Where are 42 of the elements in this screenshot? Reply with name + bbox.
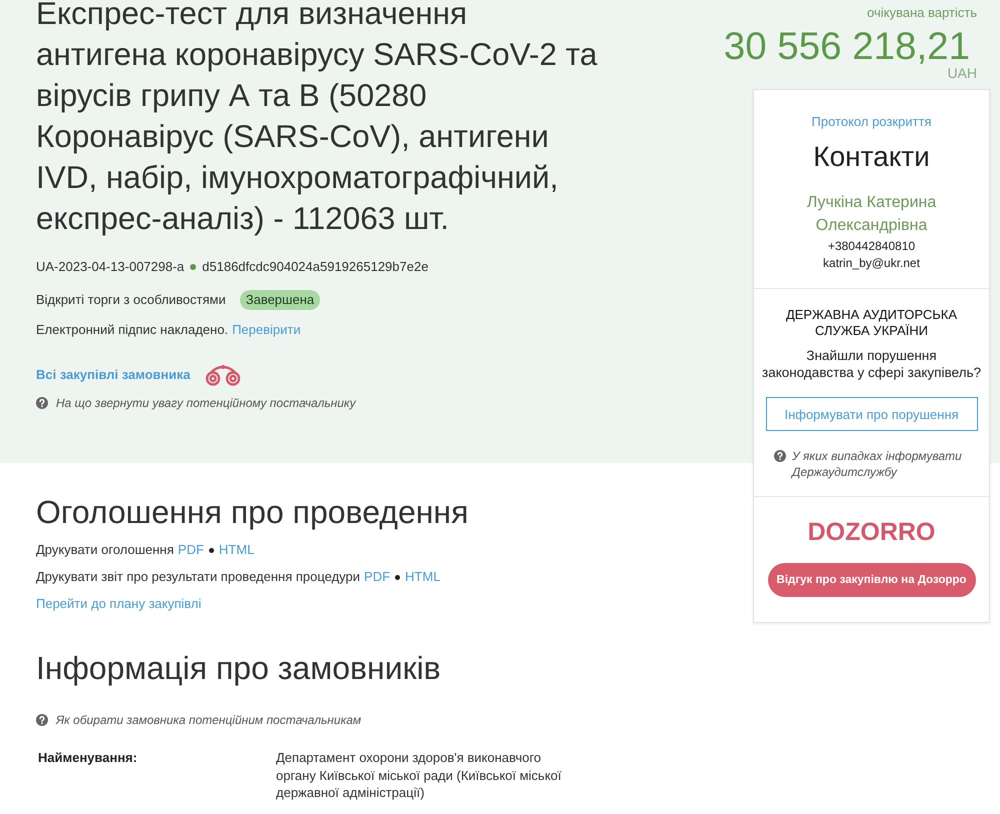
print-label: Друкувати оголошення (36, 541, 174, 559)
print-label: Друкувати звіт про результати проведення процедури (36, 568, 360, 586)
plan-link[interactable]: Перейти до плану закупівлі (36, 595, 202, 613)
help-icon (36, 714, 48, 726)
verify-link[interactable]: Перевірити (232, 321, 301, 339)
dot-icon (190, 264, 196, 270)
print-link[interactable]: PDF (364, 568, 390, 586)
section-heading: Інформація про замовників (36, 649, 442, 688)
binoculars-icon[interactable] (204, 364, 242, 386)
customer-hint-link[interactable]: Як обирати замовника потенційним постачальникам (56, 711, 362, 729)
value-caption: очікувана вартість (867, 4, 977, 22)
dot-icon (395, 574, 400, 580)
print-link[interactable]: HTML (218, 541, 254, 559)
value-amount: 30 556 218,21 (724, 27, 970, 67)
audit-title: ДЕРЖАВНА АУДИТОРСЬКА СЛУЖБА УКРАЇНИ (784, 307, 958, 339)
print-link[interactable]: HTML (405, 568, 440, 586)
print-link[interactable]: PDF (178, 541, 204, 559)
procedure-type: Відкриті торги з особливостями (36, 291, 226, 309)
tender-hash: d5186dfcdc904024a5919265129b7e2e (202, 258, 428, 276)
audit-hint-link[interactable]: У яких випадках інформувати Держаудитслужбу (792, 448, 981, 480)
contacts-heading: Контакти (813, 140, 930, 174)
field-value: Департамент охорони здоров'я виконавчого органу Київської міської ради (Київської міської державної адміністрації) (276, 749, 562, 802)
contact-email: katrin_by@ukr.net (823, 256, 920, 271)
dot-icon (208, 548, 214, 552)
signature-note: Електронний підпис накладено. (36, 321, 228, 339)
audit-question: Знайшли порушення законодавства у сфері закупівель? (762, 346, 981, 380)
help-icon (36, 397, 48, 409)
tender-id: UA-2023-04-13-007298-a (36, 258, 184, 276)
section-heading: Оголошення про проведення (36, 493, 470, 532)
contact-name: Лучкіна Катерина Олександрівна (806, 193, 938, 236)
contact-phone: +380442840810 (828, 239, 916, 254)
dozorro-logo: DOZORRO (808, 518, 936, 546)
field-label: Найменування: (38, 749, 138, 767)
tender-title: Експрес-тест для визначення антигена коронавірусу SARS-CoV-2 та вірусів грипу А та В (50280 Коронавірус (SARS-CoV), антигени IVD, набір, імунохроматографічний, експрес-аналіз) - 112063 шт. (36, 0, 598, 238)
status-badge: Завершена (240, 290, 320, 310)
report-violation-button[interactable]: Інформувати про порушення (766, 397, 978, 431)
customer-tenders-link[interactable]: Всі закупівлі замовника (36, 366, 190, 384)
supplier-hint-link[interactable]: На що звернути увагу потенційному постачальнику (56, 394, 356, 412)
currency-label: UAH (947, 66, 977, 80)
protocol-link[interactable]: Протокол розкриття (812, 114, 932, 130)
help-icon (774, 450, 786, 462)
dozorro-review-button[interactable]: Відгук про закупівлю на Дозорро (768, 563, 976, 597)
